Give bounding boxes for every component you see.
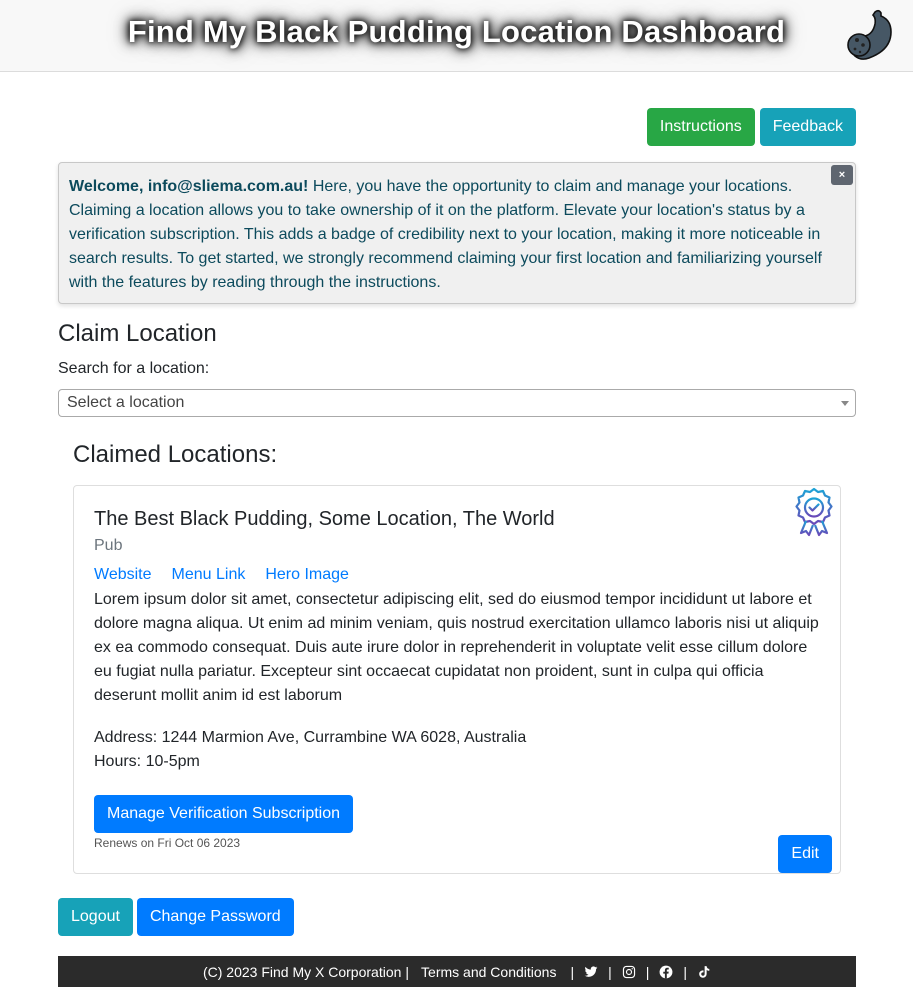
black-pudding-icon (847, 9, 892, 60)
account-button-group: Logout Change Password (58, 898, 294, 936)
manage-verification-subscription-button[interactable]: Manage Verification Subscription (94, 795, 354, 833)
header: Find My Black Pudding Location Dashboard (0, 0, 913, 72)
welcome-alert: Welcome, info@sliema.com.au! Here, you h… (58, 162, 856, 304)
close-alert-button[interactable]: × (831, 165, 853, 185)
instructions-button[interactable]: Instructions (646, 108, 755, 146)
footer-separator: | (405, 963, 410, 980)
facebook-link[interactable] (659, 965, 673, 979)
footer: (C) 2023 Find My X Corporation | Terms a… (58, 956, 856, 987)
logout-button[interactable]: Logout (58, 898, 133, 936)
footer-separator: | (608, 963, 612, 980)
caret-down-icon (841, 401, 849, 406)
feedback-button[interactable]: Feedback (759, 108, 856, 146)
subscription-renewal-date: Renews on Fri Oct 06 2023 (94, 836, 241, 850)
edit-location-button[interactable]: Edit (778, 835, 832, 873)
twitter-icon (584, 965, 598, 977)
claim-location-title: Claim Location (58, 320, 217, 347)
facebook-icon (659, 965, 673, 978)
top-button-group: Instructions Feedback (646, 108, 856, 146)
footer-copyright: (C) 2023 Find My X Corporation (202, 963, 402, 980)
search-location-label: Search for a location: (58, 360, 210, 377)
menu-link[interactable]: Menu Link (172, 566, 246, 584)
hero-image-link[interactable]: Hero Image (265, 566, 349, 584)
instagram-icon (622, 965, 635, 978)
footer-separator: | (683, 963, 688, 980)
location-type: Pub (94, 537, 123, 554)
location-hours: Hours: 10-5pm (94, 753, 200, 770)
welcome-greeting: Welcome, info@sliema.com.au! (69, 178, 309, 195)
location-links: Website Menu Link Hero Image (94, 566, 349, 584)
website-link[interactable]: Website (94, 566, 152, 584)
twitter-link[interactable] (584, 965, 598, 979)
terms-link[interactable]: Terms and Conditions (421, 964, 556, 980)
tiktok-icon (699, 965, 710, 978)
footer-separator: | (645, 963, 650, 980)
location-description: Lorem ipsum dolor sit amet, consectetur … (94, 591, 819, 704)
page-title: Find My Black Pudding Location Dashboard (127, 14, 786, 49)
instagram-link[interactable] (622, 965, 636, 979)
location-name: The Best Black Pudding, Some Location, T… (94, 508, 555, 530)
footer-separator: | (570, 963, 575, 980)
change-password-button[interactable]: Change Password (136, 898, 294, 936)
tiktok-link[interactable] (697, 965, 711, 979)
location-address: Address: 1244 Marmion Ave, Currambine WA… (94, 729, 527, 746)
location-card: The Best Black Pudding, Some Location, T… (73, 485, 841, 874)
verified-badge-icon (795, 487, 833, 537)
claimed-locations-title: Claimed Locations: (73, 441, 278, 468)
location-select[interactable]: Select a location (58, 389, 856, 417)
location-select-value: Select a location (67, 394, 185, 411)
